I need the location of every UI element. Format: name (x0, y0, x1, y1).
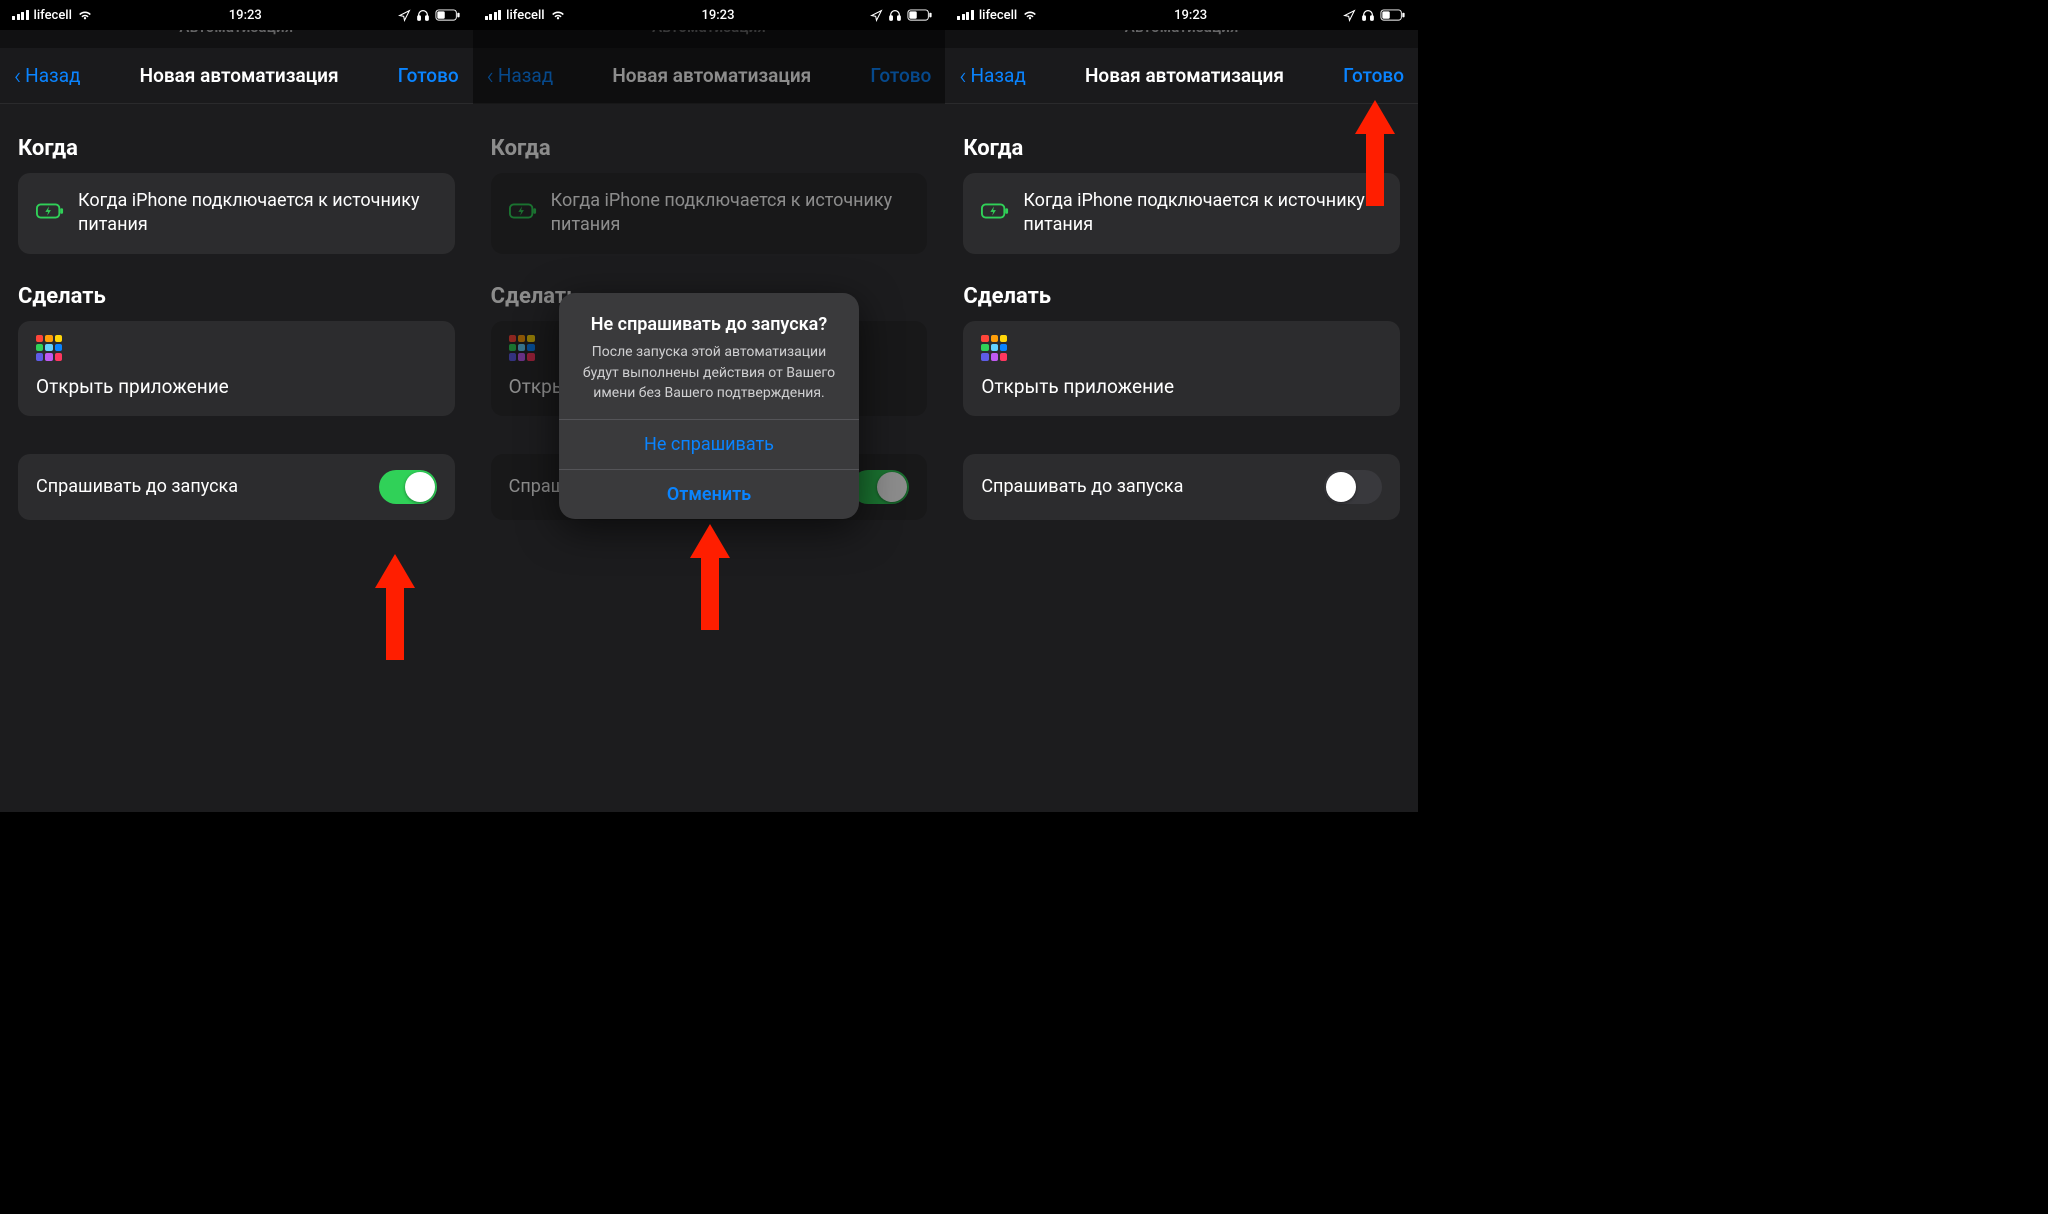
status-left: lifecell (12, 8, 93, 23)
ask-label: Спрашивать до запуска (36, 476, 238, 497)
charging-battery-icon (36, 201, 64, 225)
clock: 19:23 (701, 8, 734, 23)
status-left: lifecell (485, 8, 566, 23)
ask-toggle[interactable] (1324, 470, 1382, 504)
chevron-left-icon: ‹ (959, 64, 966, 88)
section-do-title: Сделать (18, 284, 455, 309)
ask-before-run-row: Спрашивать до запуска (963, 454, 1400, 520)
sheet-peek: Автоматизация (0, 30, 473, 48)
app-grid-icon (509, 335, 535, 361)
nav-title: Новая автоматизация (1026, 64, 1343, 87)
phone-screen-3: lifecell 19:23 Автоматизация ‹ Назад Нов… (945, 0, 1418, 812)
battery-icon (907, 9, 933, 22)
alert-cancel-button[interactable]: Отменить (559, 469, 859, 519)
when-condition-card[interactable]: Когда iPhone подключается к источнику пи… (963, 173, 1400, 254)
battery-icon (1380, 9, 1406, 22)
alert-message: После запуска этой автоматизации будут в… (577, 342, 841, 403)
location-icon (398, 9, 411, 22)
signal-icon (485, 10, 502, 20)
action-card[interactable]: Открыть приложение (18, 321, 455, 416)
action-card[interactable]: Открыть приложение (963, 321, 1400, 416)
status-bar: lifecell 19:23 (945, 0, 1418, 30)
carrier-label: lifecell (979, 8, 1017, 23)
location-icon (1343, 9, 1356, 22)
annotation-arrow (685, 520, 735, 630)
headphones-icon (888, 8, 902, 22)
done-button[interactable]: Готово (1343, 64, 1404, 87)
annotation-arrow (370, 550, 420, 660)
content: Когда Когда iPhone подключается к источн… (0, 104, 473, 534)
wifi-icon (77, 9, 93, 21)
charging-battery-icon (981, 201, 1009, 225)
clock: 19:23 (229, 8, 262, 23)
status-bar: lifecell 19:23 (473, 0, 946, 30)
when-text: Когда iPhone подключается к источнику пи… (78, 189, 437, 238)
nav-title: Новая автоматизация (81, 64, 398, 87)
ask-toggle[interactable] (379, 470, 437, 504)
wifi-icon (1022, 9, 1038, 21)
when-text: Когда iPhone подключается к источнику пи… (1023, 189, 1382, 238)
section-when-title: Когда (18, 136, 455, 161)
battery-icon (435, 9, 461, 22)
back-button[interactable]: ‹ Назад (14, 64, 81, 88)
headphones-icon (416, 8, 430, 22)
ask-toggle[interactable] (851, 470, 909, 504)
carrier-label: lifecell (34, 8, 72, 23)
phone-screen-2: lifecell 19:23 Автоматизация ‹ Назад Нов… (473, 0, 946, 812)
status-right (870, 8, 933, 22)
chevron-left-icon: ‹ (14, 64, 21, 88)
charging-battery-icon (509, 201, 537, 225)
signal-icon (957, 10, 974, 20)
done-button[interactable]: Готово (870, 64, 931, 87)
status-left: lifecell (957, 8, 1038, 23)
action-text: Открыть приложение (981, 375, 1382, 398)
section-when-title: Когда (963, 136, 1400, 161)
when-condition-card[interactable]: Когда iPhone подключается к источнику пи… (18, 173, 455, 254)
status-right (398, 8, 461, 22)
status-bar: lifecell 19:23 (0, 0, 473, 30)
sheet-peek: Автоматизация (473, 30, 946, 48)
action-text: Открыть приложение (36, 375, 437, 398)
back-button[interactable]: ‹ Назад (959, 64, 1026, 88)
back-label: Назад (498, 64, 553, 87)
alert-dialog: Не спрашивать до запуска? После запуска … (559, 293, 859, 519)
alert-confirm-button[interactable]: Не спрашивать (559, 419, 859, 469)
alert-title: Не спрашивать до запуска? (577, 313, 841, 336)
app-grid-icon (36, 335, 62, 361)
when-text: Когда iPhone подключается к источнику пи… (551, 189, 910, 238)
nav-bar: ‹ Назад Новая автоматизация Готово (945, 48, 1418, 104)
location-icon (870, 9, 883, 22)
signal-icon (12, 10, 29, 20)
phone-screen-1: lifecell 19:23 Автоматизация ‹ Назад Нов… (0, 0, 473, 812)
section-when-title: Когда (491, 136, 928, 161)
back-label: Назад (25, 64, 80, 87)
back-label: Назад (971, 64, 1026, 87)
ask-before-run-row: Спрашивать до запуска (18, 454, 455, 520)
wifi-icon (550, 9, 566, 21)
ask-label: Спрашивать до запуска (981, 476, 1183, 497)
when-condition-card[interactable]: Когда iPhone подключается к источнику пи… (491, 173, 928, 254)
nav-bar: ‹ Назад Новая автоматизация Готово (0, 48, 473, 104)
headphones-icon (1361, 8, 1375, 22)
content: Когда Когда iPhone подключается к источн… (945, 104, 1418, 534)
nav-bar: ‹ Назад Новая автоматизация Готово (473, 48, 946, 104)
status-right (1343, 8, 1406, 22)
done-button[interactable]: Готово (398, 64, 459, 87)
chevron-left-icon: ‹ (487, 64, 494, 88)
nav-title: Новая автоматизация (553, 64, 870, 87)
app-grid-icon (981, 335, 1007, 361)
clock: 19:23 (1174, 8, 1207, 23)
back-button[interactable]: ‹ Назад (487, 64, 554, 88)
section-do-title: Сделать (963, 284, 1400, 309)
sheet-peek: Автоматизация (945, 30, 1418, 48)
carrier-label: lifecell (506, 8, 544, 23)
